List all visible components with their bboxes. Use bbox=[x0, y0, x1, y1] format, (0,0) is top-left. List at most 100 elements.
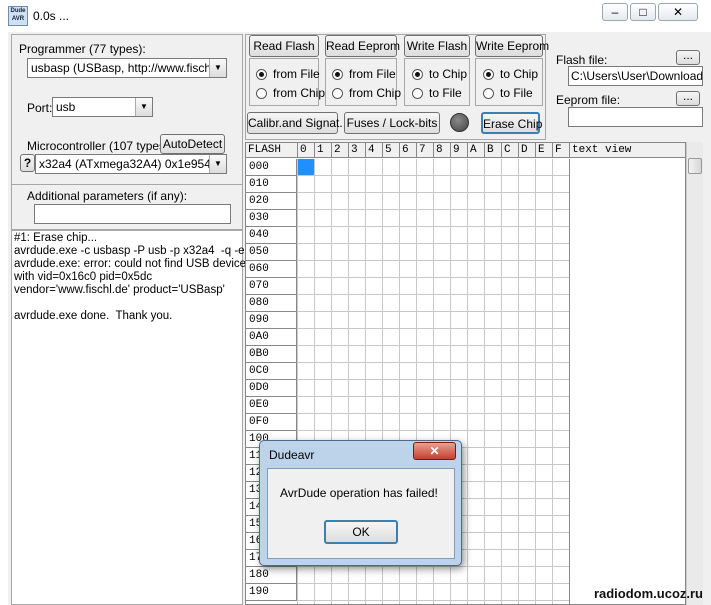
grid-row-line bbox=[298, 379, 570, 380]
row-address-label: 070 bbox=[246, 278, 297, 295]
grid-row-line bbox=[298, 294, 570, 295]
grid-row-line bbox=[298, 600, 570, 601]
text-view-header: text view bbox=[570, 143, 685, 158]
row-address-label: 040 bbox=[246, 227, 297, 244]
grid-row-line bbox=[298, 209, 570, 210]
radio-icon bbox=[483, 69, 494, 81]
selected-cell[interactable] bbox=[298, 159, 314, 175]
vertical-scrollbar[interactable] bbox=[686, 142, 703, 605]
row-address-label: 030 bbox=[246, 210, 297, 227]
read-eeprom-from-file-radio[interactable]: from File bbox=[332, 67, 396, 81]
radio-label: from File bbox=[273, 67, 320, 81]
scrollbar-thumb[interactable] bbox=[688, 158, 702, 174]
read-flash-from-file-radio[interactable]: from File bbox=[256, 67, 320, 81]
log-text: #1: Erase chip... avrdude.exe -c usbasp … bbox=[14, 232, 247, 322]
read-flash-button[interactable]: Read Flash bbox=[249, 35, 319, 57]
radio-icon bbox=[412, 88, 423, 100]
help-button[interactable]: ? bbox=[20, 154, 35, 172]
port-label: Port: bbox=[27, 101, 53, 115]
eeprom-file-input[interactable] bbox=[568, 107, 703, 127]
microcontroller-select[interactable]: x32a4 (ATxmega32A4) 0x1e9541 ▼ bbox=[35, 154, 227, 174]
chevron-down-icon: ▼ bbox=[135, 98, 152, 116]
grid-column-line bbox=[569, 159, 570, 604]
autodetect-button[interactable]: AutoDetect bbox=[160, 134, 225, 154]
write-eeprom-to-chip-radio[interactable]: to Chip bbox=[483, 67, 538, 81]
additional-params-label: Additional parameters (if any): bbox=[27, 189, 188, 203]
grid-column-line bbox=[535, 159, 536, 604]
grid-row-line bbox=[298, 396, 570, 397]
title-bar: Dude AVR 0.0s ... – □ ✕ bbox=[0, 0, 711, 32]
write-flash-to-chip-radio[interactable]: to Chip bbox=[412, 67, 467, 81]
radio-label: from File bbox=[349, 67, 396, 81]
additional-params-input[interactable] bbox=[34, 204, 231, 224]
column-header: 7 bbox=[417, 143, 434, 158]
calibration-signature-button[interactable]: Calibr.and Signat. bbox=[247, 112, 343, 134]
column-header: D bbox=[519, 143, 536, 158]
programmer-value: usbasp (USBasp, http://www.fischl.de bbox=[31, 61, 227, 75]
programmer-select[interactable]: usbasp (USBasp, http://www.fischl.de ▼ bbox=[27, 58, 227, 78]
row-address-label: 0C0 bbox=[246, 363, 297, 380]
grid-row-line bbox=[298, 243, 570, 244]
dialog-ok-button[interactable]: OK bbox=[324, 520, 398, 544]
row-address-label: 060 bbox=[246, 261, 297, 278]
radio-label: to File bbox=[500, 86, 533, 100]
radio-icon bbox=[412, 69, 423, 81]
port-select[interactable]: usb ▼ bbox=[52, 97, 153, 117]
row-address-label: 000 bbox=[246, 159, 297, 176]
column-header: 5 bbox=[383, 143, 400, 158]
fuses-lockbits-button[interactable]: Fuses / Lock-bits bbox=[344, 112, 440, 134]
radio-icon bbox=[256, 69, 267, 81]
divider bbox=[11, 184, 243, 185]
column-header: B bbox=[485, 143, 502, 158]
grid-row-line bbox=[298, 345, 570, 346]
app-icon: Dude AVR bbox=[8, 6, 28, 26]
row-address-label: 0A0 bbox=[246, 329, 297, 346]
grid-row-line bbox=[298, 277, 570, 278]
row-address-label: 080 bbox=[246, 295, 297, 312]
radio-label: from Chip bbox=[349, 86, 402, 100]
flash-file-label: Flash file: bbox=[556, 53, 608, 67]
microcontroller-label: Microcontroller (107 types): bbox=[27, 139, 173, 153]
read-flash-from-chip-radio[interactable]: from Chip bbox=[256, 86, 325, 100]
row-address-label: 090 bbox=[246, 312, 297, 329]
dialog-close-button[interactable]: ✕ bbox=[413, 442, 456, 460]
grid-row-line bbox=[298, 175, 570, 176]
minimize-button[interactable]: – bbox=[602, 3, 628, 21]
grid-row-line bbox=[298, 566, 570, 567]
write-flash-button[interactable]: Write Flash bbox=[404, 35, 470, 57]
write-flash-to-file-radio[interactable]: to File bbox=[412, 86, 462, 100]
eeprom-file-browse-button[interactable]: ... bbox=[676, 90, 700, 106]
column-header: E bbox=[536, 143, 553, 158]
column-header: 4 bbox=[366, 143, 383, 158]
watermark: radiodom.ucoz.ru bbox=[593, 586, 703, 601]
read-eeprom-button[interactable]: Read Eeprom bbox=[325, 35, 400, 57]
read-eeprom-from-chip-radio[interactable]: from Chip bbox=[332, 86, 401, 100]
grid-column-line bbox=[484, 159, 485, 604]
port-value: usb bbox=[56, 100, 76, 114]
row-address-label: 0B0 bbox=[246, 346, 297, 363]
row-address-label: 0E0 bbox=[246, 397, 297, 414]
column-header: A bbox=[468, 143, 485, 158]
eeprom-file-label: Eeprom file: bbox=[556, 93, 621, 107]
column-header: 3 bbox=[349, 143, 366, 158]
write-eeprom-button[interactable]: Write Eeprom bbox=[475, 35, 549, 57]
dialog-body: AvrDude operation has failed! OK bbox=[267, 468, 455, 559]
flash-file-browse-button[interactable]: ... bbox=[676, 49, 700, 65]
chevron-down-icon: ▼ bbox=[209, 59, 226, 77]
error-dialog: Dudeavr ✕ AvrDude operation has failed! … bbox=[259, 440, 462, 566]
close-button[interactable]: ✕ bbox=[658, 3, 698, 21]
write-eeprom-to-file-radio[interactable]: to File bbox=[483, 86, 533, 100]
window-title: 0.0s ... bbox=[33, 9, 70, 23]
radio-label: to Chip bbox=[429, 67, 468, 81]
column-header: C bbox=[502, 143, 519, 158]
column-header: 9 bbox=[451, 143, 468, 158]
row-address-label: 0F0 bbox=[246, 414, 297, 431]
radio-icon bbox=[332, 88, 343, 100]
maximize-button[interactable]: □ bbox=[630, 3, 656, 21]
grid-corner-label: FLASH bbox=[246, 143, 298, 158]
flash-file-input[interactable]: C:\Users\User\Downloads\ bbox=[568, 66, 703, 86]
erase-chip-button[interactable]: Erase Chip bbox=[481, 112, 542, 134]
column-header: 2 bbox=[332, 143, 349, 158]
grid-row-line bbox=[298, 226, 570, 227]
grid-row-line bbox=[298, 260, 570, 261]
